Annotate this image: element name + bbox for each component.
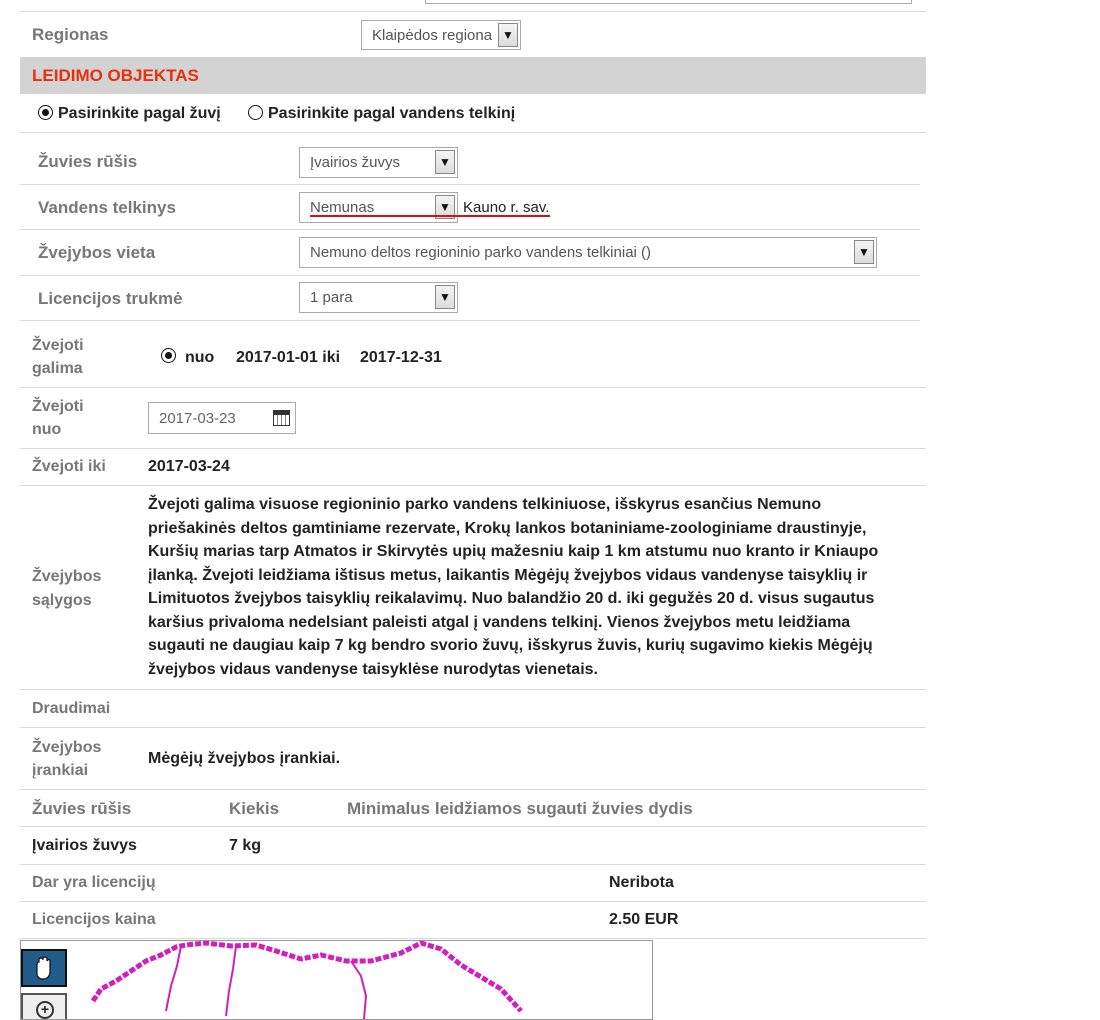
catch-row-amount: 7 kg (229, 837, 262, 854)
chevron-down-icon[interactable]: ▼ (854, 240, 874, 264)
hand-pan-icon[interactable] (21, 949, 67, 987)
license-duration-label: Licencijos trukmė (38, 289, 183, 308)
tools-label-1: Žvejybos (32, 739, 102, 756)
section-title: LEIDIMO OBJEKTAS (32, 66, 199, 85)
until-value: 2017-03-24 (148, 458, 230, 475)
conditions-label-2: sąlygos (32, 592, 92, 609)
license-duration-select[interactable]: 1 para ▼ (299, 282, 458, 313)
region-select-value: Klaipėdos regiona (372, 27, 493, 44)
allowed-label-1: Žvejoti (32, 337, 84, 354)
from-date-value: 2017-03-23 (159, 410, 236, 427)
radio-by-fish[interactable] (38, 105, 53, 120)
zoom-in-icon[interactable]: + (21, 993, 67, 1019)
chevron-down-icon[interactable]: ▼ (435, 150, 455, 174)
catch-header-min-size: Minimalus leidžiamos sugauti žuvies dydi… (347, 799, 693, 818)
prohibitions-label: Draudimai (32, 700, 111, 717)
chevron-down-icon[interactable]: ▼ (435, 285, 455, 309)
fish-species-select[interactable]: Įvairios žuvys ▼ (299, 147, 458, 178)
allowed-option: nuo (185, 349, 215, 366)
from-date-input[interactable]: 2017-03-23 (148, 402, 296, 434)
fishing-place-select[interactable]: Nemuno deltos regioninio parko vandens t… (299, 237, 877, 268)
until-label: Žvejoti iki (32, 458, 106, 475)
water-body-note: Kauno r. sav. (463, 199, 550, 216)
from-label-2: nuo (32, 421, 62, 438)
conditions-text: Žvejoti galima visuose regioninio parko … (148, 496, 879, 678)
water-body-value: Nemunas (310, 199, 375, 216)
map-panel[interactable]: + (20, 940, 653, 1020)
catch-row-species: Įvairios žuvys (32, 837, 137, 854)
price-label: Licencijos kaina (32, 911, 156, 928)
tools-label-2: įrankiai (32, 762, 89, 779)
from-label-1: Žvejoti (32, 398, 84, 415)
top-input-partial[interactable] (425, 0, 912, 4)
catch-header-amount: Kiekis (229, 799, 280, 818)
section-header: LEIDIMO OBJEKTAS (20, 57, 926, 94)
underline-mark (310, 215, 550, 217)
allowed-radio[interactable] (161, 348, 176, 363)
water-body-select[interactable]: Nemunas ▼ (299, 192, 458, 223)
allowed-label-2: galima (32, 360, 83, 377)
allowed-to: 2017-12-31 (360, 349, 442, 366)
fishing-place-value: Nemuno deltos regioninio parko vandens t… (310, 244, 652, 261)
licenses-left-label: Dar yra licencijų (32, 874, 156, 891)
region-select[interactable]: Klaipėdos regiona ▼ (361, 20, 521, 50)
allowed-from: 2017-01-01 iki (236, 349, 341, 366)
licenses-left-value: Neribota (609, 874, 674, 891)
radio-by-fish-label[interactable]: Pasirinkite pagal žuvį (58, 105, 221, 123)
conditions-label-1: Žvejybos (32, 568, 102, 585)
radio-by-water-label[interactable]: Pasirinkite pagal vandens telkinį (268, 105, 515, 123)
calendar-icon[interactable] (273, 410, 290, 426)
map-boundary (90, 941, 523, 1019)
catch-header-species: Žuvies rūšis (32, 799, 132, 818)
region-label: Regionas (32, 25, 109, 44)
price-value: 2.50 EUR (609, 911, 679, 928)
chevron-down-icon[interactable]: ▼ (498, 23, 518, 47)
license-duration-value: 1 para (310, 289, 353, 306)
fish-species-value: Įvairios žuvys (310, 154, 401, 171)
radio-by-water[interactable] (248, 105, 263, 120)
water-body-label: Vandens telkinys (38, 198, 176, 217)
fishing-place-label: Žvejybos vieta (38, 243, 156, 262)
tools-value: Mėgėjų žvejybos įrankiai. (148, 750, 341, 767)
fish-species-label: Žuvies rūšis (38, 152, 138, 171)
